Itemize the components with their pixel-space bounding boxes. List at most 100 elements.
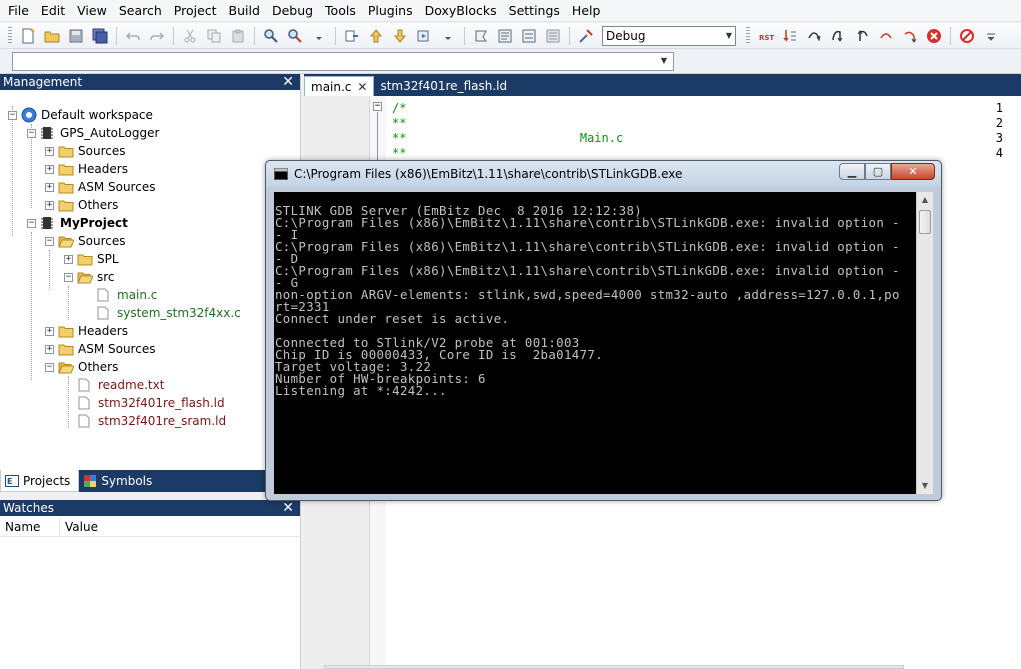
tree-item-gps-autologger[interactable]: − GPS_AutoLogger	[27, 124, 159, 142]
run-to-cursor-icon[interactable]	[779, 25, 801, 47]
expand-icon[interactable]: +	[64, 254, 73, 264]
scroll-down-icon[interactable]: ▼	[917, 478, 933, 494]
watches-col-name[interactable]: Name	[0, 518, 60, 536]
jump-forward-icon[interactable]	[413, 25, 435, 47]
paste-icon[interactable]	[227, 25, 249, 47]
tree-item-myproject[interactable]: − MyProject	[27, 214, 128, 232]
redo-icon[interactable]	[146, 25, 168, 47]
abort-icon[interactable]	[956, 25, 978, 47]
tree-item-p1-others[interactable]: + Others	[45, 196, 118, 214]
maximize-button[interactable]: ▢	[865, 163, 891, 180]
new-file-icon[interactable]	[17, 25, 39, 47]
dropdown-arrow-icon[interactable]	[437, 25, 459, 47]
close-button[interactable]: ✕	[891, 163, 935, 180]
scroll-up-icon[interactable]: ▲	[917, 192, 933, 208]
menu-settings[interactable]: Settings	[503, 0, 566, 22]
menu-tools[interactable]: Tools	[319, 0, 362, 22]
expand-icon[interactable]: +	[45, 182, 54, 192]
tab-projects[interactable]: E Projects	[0, 470, 80, 492]
horizontal-scrollbar[interactable]	[324, 665, 904, 669]
expand-icon[interactable]: +	[45, 326, 54, 336]
tree-item-readme[interactable]: readme.txt	[78, 376, 164, 394]
expand-icon[interactable]: +	[45, 200, 54, 210]
scope-select[interactable]: ▼	[12, 52, 674, 71]
open-folder-icon[interactable]	[41, 25, 63, 47]
undo-icon[interactable]	[122, 25, 144, 47]
tree-item-flash-ld[interactable]: stm32f401re_flash.ld	[78, 394, 225, 412]
vertical-scrollbar[interactable]: ▲ ▼	[916, 192, 933, 494]
menu-view[interactable]: View	[71, 0, 113, 22]
expand-icon[interactable]: +	[45, 146, 54, 156]
reset-target-icon[interactable]: RST	[755, 25, 777, 47]
replace-icon[interactable]	[284, 25, 306, 47]
save-all-icon[interactable]	[89, 25, 111, 47]
jump-up-icon[interactable]	[365, 25, 387, 47]
scroll-thumb[interactable]	[919, 210, 931, 234]
tree-item-src[interactable]: − src	[64, 268, 115, 286]
menu-project[interactable]: Project	[168, 0, 223, 22]
collapse-icon[interactable]: −	[27, 218, 36, 228]
cut-icon[interactable]	[179, 25, 201, 47]
jump-down-icon[interactable]	[389, 25, 411, 47]
jump-back-icon[interactable]	[341, 25, 363, 47]
menu-build[interactable]: Build	[223, 0, 266, 22]
dropdown-arrow-icon[interactable]	[980, 25, 1002, 47]
console-line: C:\Program Files (x86)\EmBitz\1.11\share…	[275, 239, 900, 254]
tree-item-p2-sources[interactable]: − Sources	[45, 232, 125, 250]
step-into-icon[interactable]	[827, 25, 849, 47]
collapse-icon[interactable]: −	[64, 272, 73, 282]
tree-item-p1-asm-sources[interactable]: + ASM Sources	[45, 178, 155, 196]
tree-item-p1-headers[interactable]: + Headers	[45, 160, 128, 178]
expand-icon[interactable]: +	[45, 344, 54, 354]
tree-item-p1-sources[interactable]: + Sources	[45, 142, 125, 160]
tree-item-p2-headers[interactable]: + Headers	[45, 322, 128, 340]
close-icon[interactable]: ✕	[282, 74, 294, 90]
menu-search[interactable]: Search	[113, 0, 168, 22]
console-title-bar[interactable]: C:\Program Files (x86)\EmBitz\1.11\share…	[266, 161, 941, 187]
tab-main-c[interactable]: main.c ✕	[304, 76, 375, 97]
minimize-button[interactable]: ▁	[839, 163, 865, 180]
tree-item-sram-ld[interactable]: stm32f401re_sram.ld	[78, 412, 226, 430]
tree-item-system-c[interactable]: system_stm32f4xx.c	[97, 304, 241, 322]
tree-item-workspace[interactable]: − Default workspace	[8, 106, 153, 124]
collapse-icon[interactable]: −	[45, 362, 54, 372]
next-instruction-icon[interactable]	[875, 25, 897, 47]
tab-flash-ld[interactable]: stm32f401re_flash.ld	[374, 76, 513, 96]
tree-item-main-c[interactable]: main.c	[97, 286, 157, 304]
doc-config-icon[interactable]	[542, 25, 564, 47]
menu-debug[interactable]: Debug	[266, 0, 319, 22]
collapse-icon[interactable]: −	[27, 128, 36, 138]
menu-doxyblocks[interactable]: DoxyBlocks	[419, 0, 503, 22]
toolbar-grip[interactable]	[8, 26, 12, 45]
find-icon[interactable]	[260, 25, 282, 47]
toolbar-grip[interactable]	[746, 26, 750, 45]
collapse-icon[interactable]: −	[8, 110, 17, 120]
menu-help[interactable]: Help	[566, 0, 607, 22]
copy-icon[interactable]	[203, 25, 225, 47]
menu-edit[interactable]: Edit	[35, 0, 71, 22]
menu-plugins[interactable]: Plugins	[362, 0, 419, 22]
doc-line-icon[interactable]	[518, 25, 540, 47]
build-target-select[interactable]: Debug ▼	[602, 25, 736, 46]
dropdown-arrow-icon[interactable]	[308, 25, 330, 47]
close-icon[interactable]: ✕	[357, 77, 367, 97]
build-settings-icon[interactable]	[575, 25, 597, 47]
tree-item-spl[interactable]: + SPL	[64, 250, 119, 268]
expand-icon[interactable]: +	[45, 164, 54, 174]
step-instruction-icon[interactable]	[899, 25, 921, 47]
close-icon[interactable]: ✕	[282, 500, 294, 516]
menu-file[interactable]: File	[2, 0, 35, 22]
stop-debug-icon[interactable]	[923, 25, 945, 47]
save-icon[interactable]	[65, 25, 87, 47]
bookmark-icon[interactable]	[470, 25, 492, 47]
tree-item-p2-asm-sources[interactable]: + ASM Sources	[45, 340, 155, 358]
step-over-icon[interactable]	[803, 25, 825, 47]
collapse-icon[interactable]: −	[45, 236, 54, 246]
step-out-icon[interactable]	[851, 25, 873, 47]
watches-col-value[interactable]: Value	[60, 518, 299, 536]
tree-item-p2-others[interactable]: − Others	[45, 358, 118, 376]
console-output[interactable]: STLINK GDB Server (EmBitz Dec 8 2016 12:…	[274, 192, 933, 494]
fold-collapse-icon[interactable]: −	[373, 102, 382, 111]
doc-block-icon[interactable]	[494, 25, 516, 47]
tab-symbols[interactable]: Symbols	[79, 470, 160, 492]
